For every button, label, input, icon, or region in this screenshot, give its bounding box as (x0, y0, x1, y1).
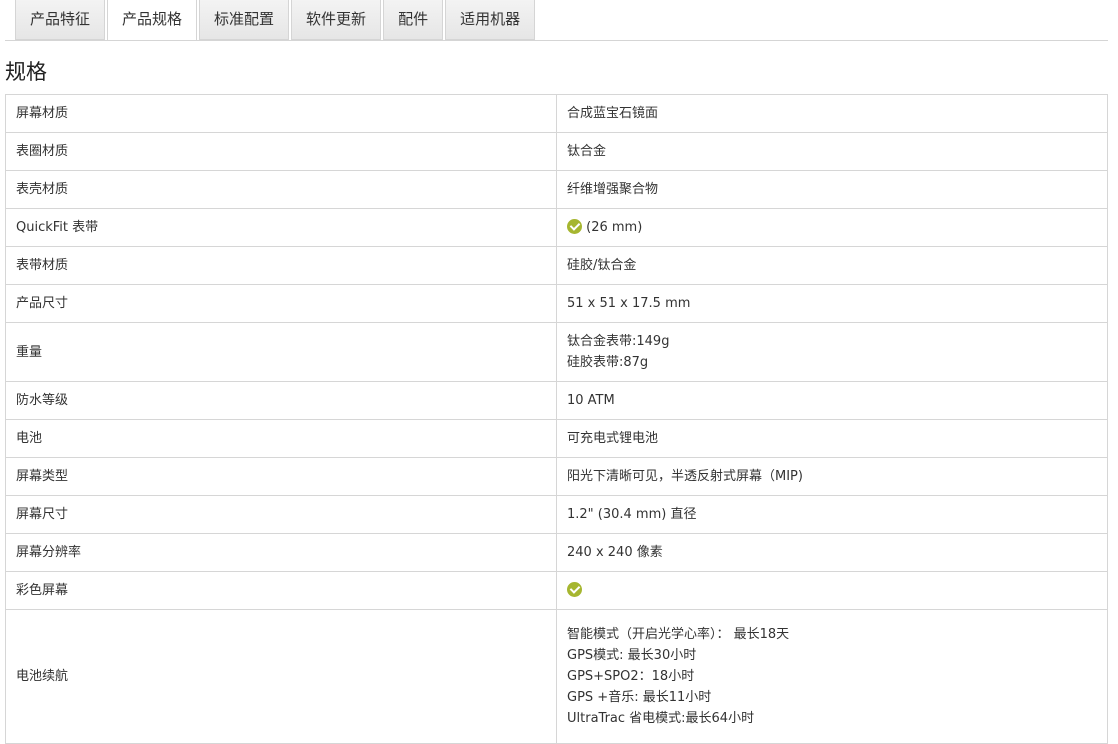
spec-value: 阳光下清晰可见，半透反射式屏幕（MIP) (556, 457, 1108, 496)
spec-value: 240 x 240 像素 (556, 533, 1108, 572)
check-icon (567, 219, 582, 234)
spec-label: QuickFit 表带 (5, 208, 557, 247)
spec-value-line: GPS模式: 最长30小时 (567, 648, 697, 663)
tab-standard-config[interactable]: 标准配置 (199, 0, 290, 40)
specs-table: 屏幕材质 合成蓝宝石镜面 表圈材质 钛合金 表壳材质 纤维增强聚合物 Quick… (5, 94, 1108, 744)
spec-label: 屏幕材质 (5, 94, 557, 133)
table-row: 屏幕材质 合成蓝宝石镜面 (5, 94, 1108, 133)
spec-value: 可充电式锂电池 (556, 419, 1108, 458)
table-row: 表带材质 硅胶/钛合金 (5, 246, 1108, 285)
table-row: 表圈材质 钛合金 (5, 132, 1108, 171)
spec-value: 智能模式（开启光学心率）： 最长18天 GPS模式: 最长30小时 GPS+SP… (556, 609, 1108, 744)
check-icon (567, 582, 582, 597)
spec-value-text: (26 mm) (586, 220, 643, 235)
table-row: 电池 可充电式锂电池 (5, 419, 1108, 458)
spec-label: 屏幕尺寸 (5, 495, 557, 534)
tab-accessories[interactable]: 配件 (383, 0, 444, 40)
table-row: 防水等级 10 ATM (5, 381, 1108, 420)
table-row: 彩色屏幕 (5, 571, 1108, 610)
spec-value-line: 智能模式（开启光学心率）： 最长18天 (567, 627, 790, 642)
spec-value (556, 571, 1108, 610)
spec-value: 10 ATM (556, 381, 1108, 420)
tab-specifications[interactable]: 产品规格 (107, 0, 198, 41)
spec-value-line: 钛合金表带:149g (567, 334, 670, 349)
spec-label: 表圈材质 (5, 132, 557, 171)
spec-value-line: GPS +音乐: 最长11小时 (567, 690, 712, 705)
table-row: QuickFit 表带 (26 mm) (5, 208, 1108, 247)
spec-label: 表壳材质 (5, 170, 557, 209)
spec-value: 合成蓝宝石镜面 (556, 94, 1108, 133)
spec-value: 1.2" (30.4 mm) 直径 (556, 495, 1108, 534)
table-row: 屏幕尺寸 1.2" (30.4 mm) 直径 (5, 495, 1108, 534)
table-row: 电池续航 智能模式（开启光学心率）： 最长18天 GPS模式: 最长30小时 G… (5, 609, 1108, 744)
spec-label: 电池续航 (5, 609, 557, 744)
spec-label: 屏幕类型 (5, 457, 557, 496)
table-row: 产品尺寸 51 x 51 x 17.5 mm (5, 284, 1108, 323)
section-heading: 规格 (5, 60, 47, 84)
spec-value: 钛合金 (556, 132, 1108, 171)
spec-label: 重量 (5, 322, 557, 382)
table-row: 屏幕分辨率 240 x 240 像素 (5, 533, 1108, 572)
tab-compatible-devices[interactable]: 适用机器 (445, 0, 536, 40)
tab-features[interactable]: 产品特征 (15, 0, 106, 40)
spec-value: 钛合金表带:149g 硅胶表带:87g (556, 322, 1108, 382)
spec-value: 硅胶/钛合金 (556, 246, 1108, 285)
tab-software-updates[interactable]: 软件更新 (291, 0, 382, 40)
spec-label: 彩色屏幕 (5, 571, 557, 610)
spec-value-line: 硅胶表带:87g (567, 355, 649, 370)
table-row: 表壳材质 纤维增强聚合物 (5, 170, 1108, 209)
tab-bar-divider (5, 40, 1108, 41)
spec-label: 屏幕分辨率 (5, 533, 557, 572)
spec-value: 51 x 51 x 17.5 mm (556, 284, 1108, 323)
spec-label: 电池 (5, 419, 557, 458)
spec-value: (26 mm) (556, 208, 1108, 247)
spec-label: 防水等级 (5, 381, 557, 420)
spec-value-line: GPS+SPO2：18小时 (567, 669, 695, 684)
spec-label: 产品尺寸 (5, 284, 557, 323)
spec-value: 纤维增强聚合物 (556, 170, 1108, 209)
table-row: 屏幕类型 阳光下清晰可见，半透反射式屏幕（MIP) (5, 457, 1108, 496)
spec-label: 表带材质 (5, 246, 557, 285)
table-row: 重量 钛合金表带:149g 硅胶表带:87g (5, 322, 1108, 382)
spec-value-line: UltraTrac 省电模式:最长64小时 (567, 711, 755, 726)
tab-bar: 产品特征 产品规格 标准配置 软件更新 配件 适用机器 (0, 0, 1118, 41)
